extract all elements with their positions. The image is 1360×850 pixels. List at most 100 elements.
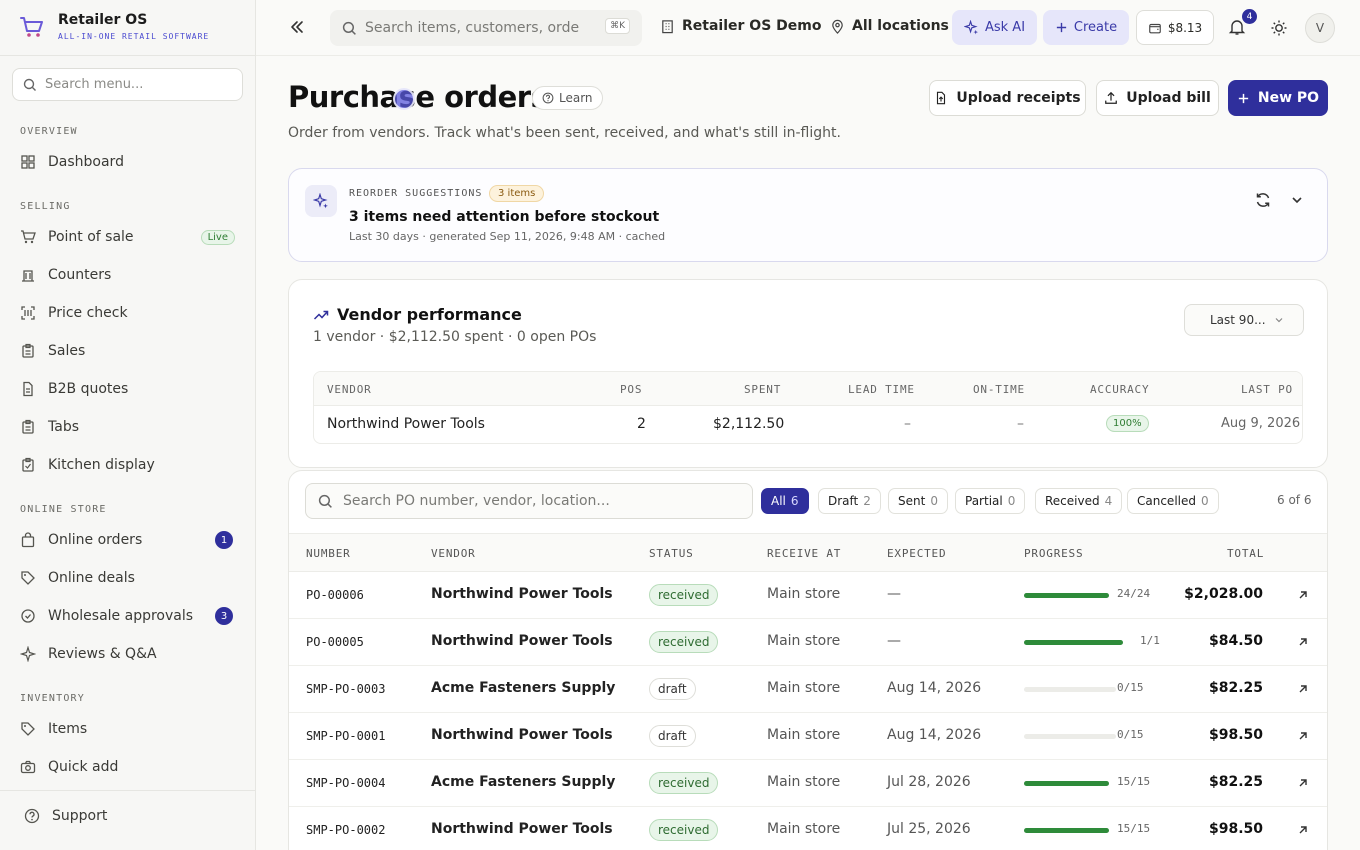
open-external-icon[interactable]: [1296, 729, 1310, 743]
notifications-button[interactable]: 4: [1228, 9, 1257, 38]
table-row[interactable]: PO-00005 Northwind Power Tools received Mai…: [289, 619, 1327, 666]
global-search[interactable]: ⌘K: [330, 10, 642, 46]
create-button[interactable]: Create: [1043, 10, 1129, 45]
column-header[interactable]: VENDOR: [431, 547, 476, 560]
po-total: $82.25: [1208, 774, 1263, 790]
filter-sent[interactable]: Sent 0: [888, 488, 948, 514]
sidebar-item-kitchen-display[interactable]: Kitchen display: [12, 449, 243, 481]
sparkle-icon: [313, 193, 328, 209]
sidebar-item-price-check[interactable]: Price check: [12, 297, 243, 329]
progress-bar: [1024, 781, 1109, 786]
po-search-input[interactable]: [343, 493, 743, 509]
po-total: $84.50: [1208, 633, 1263, 649]
column-header[interactable]: RECEIVE AT: [767, 547, 841, 560]
column-header[interactable]: NUMBER: [306, 547, 351, 560]
vendor-lead-time: –: [904, 416, 911, 432]
counter-icon: [22, 270, 34, 282]
chevron-down-icon: [1275, 318, 1282, 323]
column-header: LAST PO: [1241, 383, 1293, 396]
sidebar-item-items[interactable]: Items: [12, 713, 243, 745]
location-switcher[interactable]: All locations: [830, 18, 949, 34]
column-header[interactable]: STATUS: [649, 547, 694, 560]
po-number[interactable]: SMP-PO-0003: [306, 682, 385, 696]
ask-ai-label: Ask AI: [984, 20, 1026, 35]
sidebar-item-b2b-quotes[interactable]: B2B quotes: [12, 373, 243, 405]
filter-received[interactable]: Received 4: [1035, 488, 1123, 514]
open-external-icon[interactable]: [1296, 776, 1310, 790]
learn-button[interactable]: Learn: [532, 86, 603, 110]
new-po-button[interactable]: New PO: [1228, 80, 1328, 116]
shortcut-hint: ⌘K: [605, 18, 630, 34]
po-number[interactable]: SMP-PO-0004: [306, 776, 385, 790]
wallet-balance[interactable]: $8.13: [1136, 10, 1214, 45]
cart-logo-icon: [20, 16, 43, 37]
vendor-table-header: [314, 372, 1302, 406]
column-header[interactable]: EXPECTED: [887, 547, 946, 560]
progress-count: 0/15: [1117, 681, 1144, 694]
sidebar-item-dashboard[interactable]: Dashboard: [12, 146, 243, 178]
po-number[interactable]: PO-00006: [306, 588, 364, 602]
upload-receipts-button[interactable]: Upload receipts: [929, 80, 1086, 116]
column-header: SPENT: [744, 383, 782, 396]
menu-search[interactable]: [12, 68, 243, 101]
po-number[interactable]: SMP-PO-0002: [306, 823, 385, 837]
ai-badge: [305, 185, 337, 217]
filter-partial[interactable]: Partial 0: [955, 488, 1026, 514]
table-row[interactable]: SMP-PO-0003 Acme Fasteners Supply draft Mai…: [289, 666, 1327, 713]
global-search-input[interactable]: [365, 20, 595, 36]
chevron-down-icon[interactable]: [1288, 191, 1306, 209]
sidebar-item-reviews[interactable]: Reviews & Q&A: [12, 638, 243, 670]
sidebar-item-sales[interactable]: Sales: [12, 335, 243, 367]
reorder-suggestions-card[interactable]: REORDER SUGGESTIONS 3 items 3 items need…: [288, 168, 1328, 262]
scan-icon: [21, 306, 35, 320]
collapse-sidebar-icon[interactable]: [288, 18, 306, 36]
progress-count: 15/15: [1117, 775, 1151, 788]
filter-cancelled[interactable]: Cancelled 0: [1127, 488, 1219, 514]
menu-search-input[interactable]: [45, 77, 225, 92]
table-row[interactable]: PO-00006 Northwind Power Tools received Mai…: [289, 572, 1327, 619]
column-header: ON-TIME: [973, 383, 1025, 396]
filter-all[interactable]: All 6: [761, 488, 809, 514]
workspace-switcher[interactable]: Retailer OS Demo: [660, 18, 821, 34]
sidebar-item-counters[interactable]: Counters: [12, 259, 243, 291]
filter-draft[interactable]: Draft 2: [818, 488, 881, 514]
vendor-last-po: Aug 9, 2026: [1221, 416, 1301, 431]
sidebar-item-quick-add[interactable]: Quick add: [12, 751, 243, 783]
open-external-icon[interactable]: [1296, 682, 1310, 696]
sidebar-item-online-orders[interactable]: Online orders 1: [12, 524, 243, 556]
camera-icon: [20, 760, 36, 774]
theme-toggle-sun-icon[interactable]: [1270, 19, 1288, 37]
table-row[interactable]: SMP-PO-0004 Acme Fasteners Supply received…: [289, 760, 1327, 807]
bag-icon: [21, 532, 35, 548]
open-external-icon[interactable]: [1296, 635, 1310, 649]
vendor-performance-summary: 1 vendor · $2,112.50 spent · 0 open POs: [313, 329, 597, 345]
po-vendor: Northwind Power Tools: [431, 821, 613, 837]
column-header[interactable]: TOTAL: [1227, 547, 1264, 560]
refresh-icon[interactable]: [1254, 191, 1272, 209]
po-number[interactable]: PO-00005: [306, 635, 364, 649]
filter-label: Cancelled: [1137, 494, 1196, 508]
po-number[interactable]: SMP-PO-0001: [306, 729, 385, 743]
sidebar-item-wholesale-approvals[interactable]: Wholesale approvals 3: [12, 600, 243, 632]
section-online-store: ONLINE STORE: [20, 504, 107, 515]
table-row[interactable]: SMP-PO-0002 Northwind Power Tools received…: [289, 807, 1327, 850]
brand-name: Retailer OS: [58, 12, 148, 28]
open-external-icon[interactable]: [1296, 588, 1310, 602]
ask-ai-button[interactable]: Ask AI: [952, 10, 1037, 45]
mouse-cursor: [393, 88, 415, 110]
open-external-icon[interactable]: [1296, 823, 1310, 837]
sidebar-item-online-deals[interactable]: Online deals: [12, 562, 243, 594]
upload-bill-button[interactable]: Upload bill: [1096, 80, 1219, 116]
progress-fill: [1024, 781, 1109, 786]
column-header[interactable]: PROGRESS: [1024, 547, 1083, 560]
sidebar-item-point-of-sale[interactable]: Point of sale Live: [12, 221, 243, 253]
support-link[interactable]: Support: [24, 808, 107, 824]
avatar[interactable]: V: [1305, 13, 1335, 43]
vendor-name[interactable]: Northwind Power Tools: [327, 416, 485, 432]
po-search[interactable]: [305, 483, 753, 519]
range-select[interactable]: Last 90...: [1184, 304, 1304, 336]
sidebar-item-tabs[interactable]: Tabs: [12, 411, 243, 443]
clipboard-icon: [22, 419, 34, 434]
table-row[interactable]: SMP-PO-0001 Northwind Power Tools draft Mai…: [289, 713, 1327, 760]
brand[interactable]: Retailer OS ALL-IN-ONE RETAIL SOFTWARE: [18, 12, 209, 41]
